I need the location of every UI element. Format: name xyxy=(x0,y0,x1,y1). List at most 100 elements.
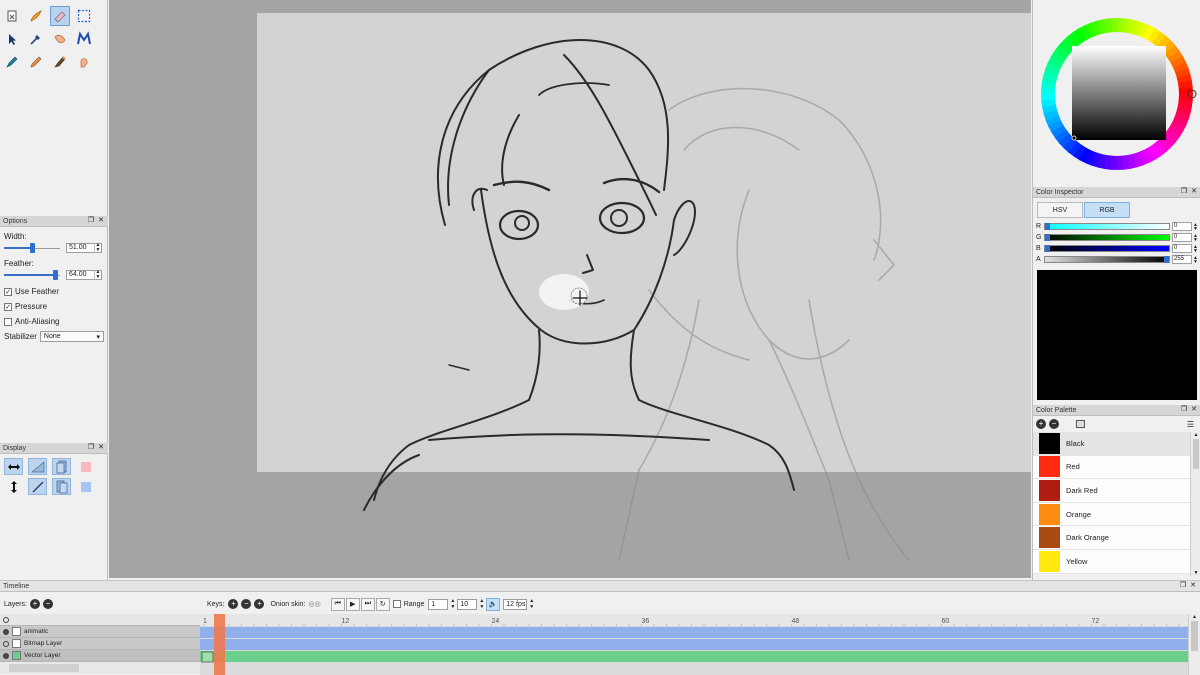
layer-row[interactable]: Vector Layer xyxy=(0,650,200,662)
flip-vertical-icon[interactable] xyxy=(4,478,23,495)
layer-name: Bitmap Layer xyxy=(24,640,63,647)
smudge-icon[interactable] xyxy=(50,29,70,49)
add-color-icon[interactable]: + xyxy=(1036,419,1046,429)
red-channel-input[interactable]: 0 xyxy=(1172,222,1192,231)
onion-skin-icon[interactable]: ◎◎ xyxy=(309,600,321,608)
hand-icon[interactable] xyxy=(74,52,94,72)
palette-swatch[interactable]: Red xyxy=(1033,455,1200,480)
range-start-input[interactable]: 1 xyxy=(428,598,449,610)
green-channel-slider[interactable] xyxy=(1044,234,1170,241)
eyedropper-icon[interactable] xyxy=(26,29,46,49)
close-icon[interactable]: ✕ xyxy=(1189,582,1197,590)
rgb-mode-button[interactable]: RGB xyxy=(1084,202,1130,218)
float-icon[interactable]: ❐ xyxy=(1180,188,1188,196)
alpha-channel-input[interactable]: 255 xyxy=(1172,255,1192,264)
layer-name: animatic xyxy=(24,628,49,635)
feather-slider[interactable] xyxy=(4,269,60,280)
range-end-input[interactable]: 10 xyxy=(457,598,478,610)
remove-color-icon[interactable]: − xyxy=(1049,419,1059,429)
onion-prev-icon[interactable] xyxy=(52,458,71,475)
tool-palette xyxy=(2,6,98,72)
ruler-label: 1 xyxy=(203,618,207,625)
play-icon[interactable]: ▶ xyxy=(345,597,360,611)
clear-icon[interactable] xyxy=(2,6,22,26)
onion-color-red-icon[interactable] xyxy=(76,458,95,475)
flip-horizontal-icon[interactable] xyxy=(4,458,23,475)
anti-aliasing-checkbox[interactable]: Anti-Aliasing xyxy=(4,315,104,328)
hsv-mode-button[interactable]: HSV xyxy=(1037,202,1083,218)
green-channel-input[interactable]: 0 xyxy=(1172,233,1192,242)
palette-swatch[interactable]: Yellow xyxy=(1033,549,1200,574)
palette-view-icon[interactable] xyxy=(1076,420,1085,428)
float-icon[interactable]: ❐ xyxy=(87,217,95,225)
skip-forward-icon[interactable]: ⏭ xyxy=(360,597,375,611)
float-icon[interactable]: ❐ xyxy=(1180,406,1188,414)
float-icon[interactable]: ❐ xyxy=(87,444,95,452)
fps-input[interactable]: 12 fps xyxy=(503,598,528,610)
frame-tracks[interactable]: 1 12 24 36 48 60 72 xyxy=(200,614,1188,675)
add-key-icon[interactable]: + xyxy=(228,599,239,609)
chevron-down-icon: ▾ xyxy=(96,333,100,341)
color-palette-title: Color Palette xyxy=(1036,406,1077,414)
close-icon[interactable]: ✕ xyxy=(97,217,105,225)
alpha-channel-slider[interactable] xyxy=(1044,256,1170,263)
remove-key-icon[interactable]: − xyxy=(241,599,252,609)
paint-bucket-icon[interactable] xyxy=(50,52,70,72)
eraser-icon[interactable] xyxy=(50,6,70,26)
add-layer-icon[interactable]: + xyxy=(29,599,40,609)
layer-row[interactable]: animatic xyxy=(0,626,200,638)
palette-swatch[interactable]: Dark Orange xyxy=(1033,526,1200,550)
layer-scrollbar[interactable] xyxy=(9,664,79,672)
palette-menu-icon[interactable]: ☰ xyxy=(1187,420,1194,429)
thin-lines-icon[interactable] xyxy=(28,478,47,495)
eye-icon[interactable] xyxy=(3,652,9,659)
close-icon[interactable]: ✕ xyxy=(1190,188,1198,196)
outline-icon[interactable] xyxy=(28,458,47,475)
stabilizer-label: Stabilizer xyxy=(4,332,37,341)
remove-layer-icon[interactable]: − xyxy=(42,599,53,609)
pencil-icon[interactable] xyxy=(26,52,46,72)
range-checkbox[interactable] xyxy=(392,600,401,608)
color-inspector-title: Color Inspector xyxy=(1036,188,1084,196)
skip-back-icon[interactable]: ⏮ xyxy=(330,597,345,611)
ruler-label: 60 xyxy=(942,618,950,625)
move-icon[interactable] xyxy=(74,29,94,49)
layer-row[interactable]: Bitmap Layer xyxy=(0,638,200,650)
timeline-scrollbar[interactable]: ▲ xyxy=(1188,614,1200,675)
loop-icon[interactable]: ↻ xyxy=(375,597,390,611)
sketch-drawing xyxy=(363,39,910,561)
eye-icon[interactable] xyxy=(3,616,9,623)
eye-icon[interactable] xyxy=(3,628,9,635)
palette-swatch[interactable]: Orange xyxy=(1033,502,1200,527)
red-channel-slider[interactable] xyxy=(1044,223,1170,230)
pen-icon[interactable] xyxy=(2,52,22,72)
float-icon[interactable]: ❐ xyxy=(1179,582,1187,590)
width-slider[interactable] xyxy=(4,242,60,253)
pressure-checkbox[interactable]: ✓ Pressure xyxy=(4,300,104,313)
close-icon[interactable]: ✕ xyxy=(97,444,105,452)
drawing-canvas[interactable] xyxy=(109,0,1031,578)
blue-channel-input[interactable]: 0 xyxy=(1172,244,1192,253)
stabilizer-select[interactable]: None ▾ xyxy=(39,331,104,342)
swatch-color xyxy=(1039,456,1060,478)
display-title: Display xyxy=(3,444,26,452)
onion-color-blue-icon[interactable] xyxy=(76,478,95,495)
palette-swatch[interactable]: Black xyxy=(1033,432,1200,456)
width-input[interactable]: 51.00 ▲ ▼ xyxy=(66,242,102,253)
brush-icon[interactable] xyxy=(26,6,46,26)
palette-swatch[interactable]: Dark Red xyxy=(1033,479,1200,503)
pointer-icon[interactable] xyxy=(2,29,22,49)
swatch-color xyxy=(1039,503,1060,525)
use-feather-checkbox[interactable]: ✓ Use Feather xyxy=(4,285,104,298)
timeline-panel: Timeline ❐ ✕ Layers: + − Keys: + − + Oni… xyxy=(0,580,1200,675)
color-wheel[interactable] xyxy=(1037,12,1197,174)
sound-icon[interactable]: 🔈 xyxy=(486,597,501,611)
select-icon[interactable] xyxy=(74,6,94,26)
close-icon[interactable]: ✕ xyxy=(1190,406,1198,414)
onion-next-icon[interactable] xyxy=(52,478,71,495)
duplicate-key-icon[interactable]: + xyxy=(254,599,265,609)
blue-channel-slider[interactable] xyxy=(1044,245,1170,252)
feather-input[interactable]: 64.00 ▲ ▼ xyxy=(66,269,102,280)
palette-scrollbar[interactable]: ▲ ▼ xyxy=(1190,432,1200,576)
eye-icon[interactable] xyxy=(3,640,9,647)
